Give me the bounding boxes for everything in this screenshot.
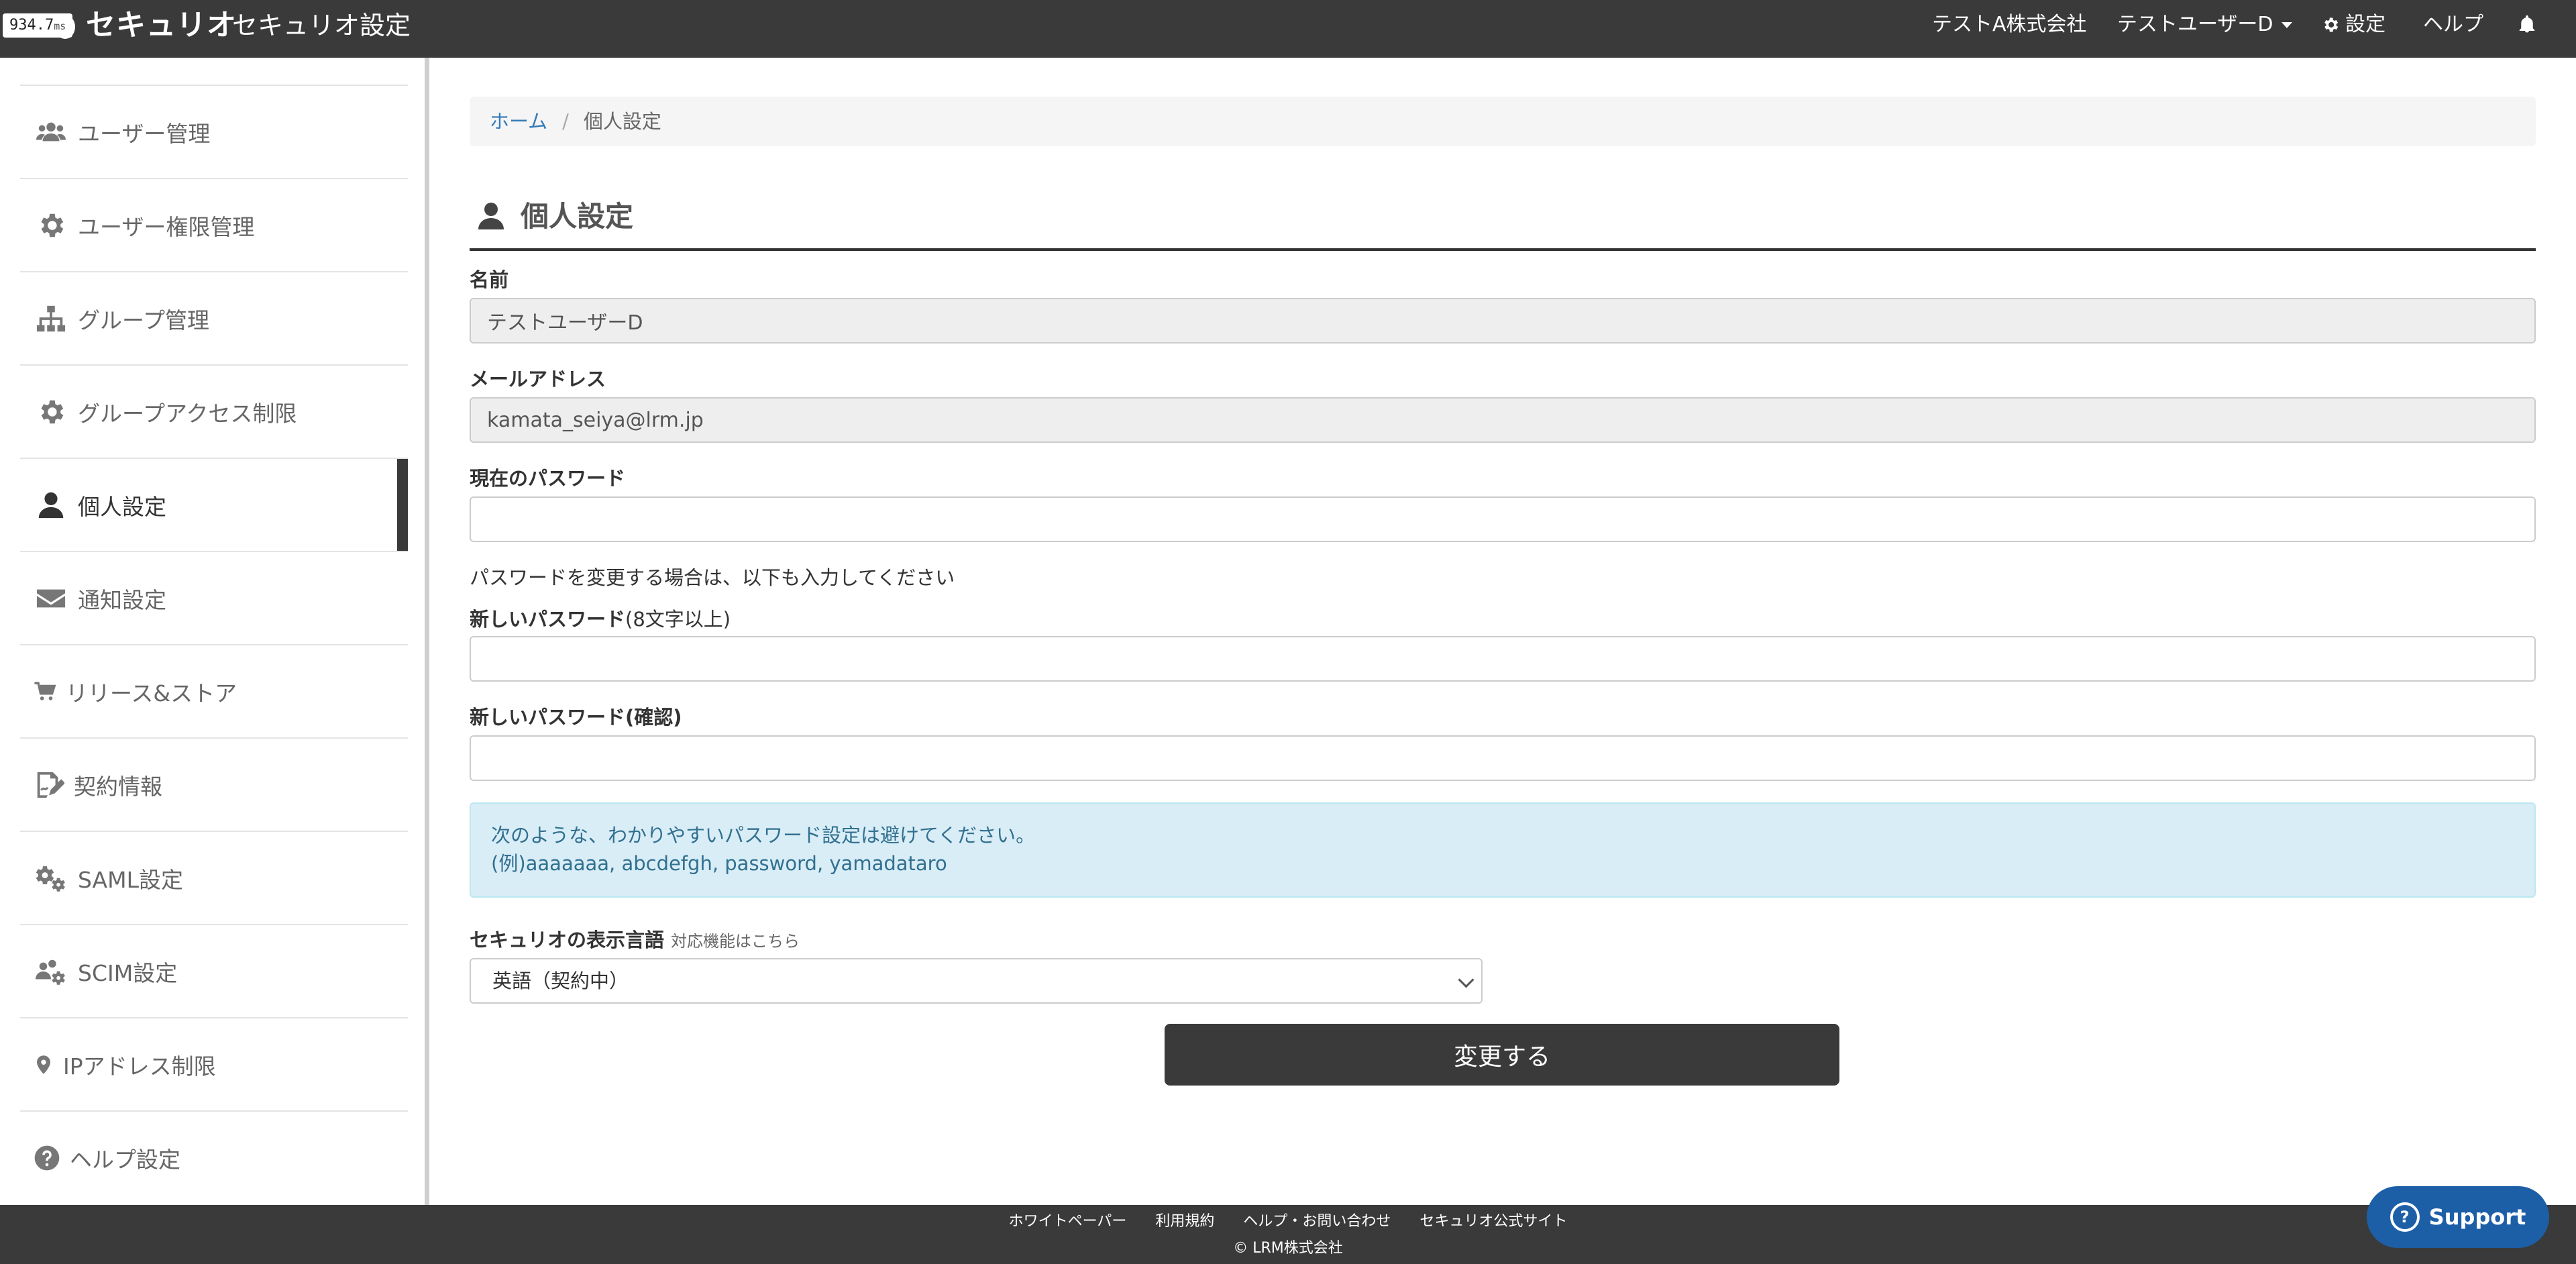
- users-gear-icon: [34, 955, 68, 988]
- envelope-icon: [34, 582, 68, 615]
- email-label: メールアドレス: [470, 368, 606, 390]
- gear-icon: [2324, 17, 2339, 32]
- render-timer: 934.7ms: [3, 13, 73, 38]
- gears-icon: [34, 862, 68, 894]
- sidebar-item-user-permissions[interactable]: ユーザー権限管理: [20, 178, 408, 271]
- password-change-hint: パスワードを変更する場合は、以下も入力してください: [470, 566, 955, 589]
- sidebar-item-notifications[interactable]: 通知設定: [20, 551, 408, 644]
- map-marker-icon: [34, 1049, 54, 1081]
- current-password-label: 現在のパスワード: [470, 467, 626, 490]
- timer-value: 934.7: [9, 17, 54, 34]
- sidebar-item-group-access[interactable]: グループアクセス制限: [20, 364, 408, 458]
- contract-icon: [34, 769, 64, 801]
- language-selected-value: 英語（契約中）: [492, 969, 629, 992]
- gear-icon: [34, 396, 68, 428]
- caret-down-icon: [2281, 22, 2292, 28]
- confirm-password-label: 新しいパスワード(確認): [470, 706, 682, 729]
- language-label-text: セキュリオの表示言語: [470, 929, 665, 951]
- sidebar-item-label: SCIM設定: [78, 959, 178, 986]
- confirm-password-input[interactable]: [470, 735, 2536, 781]
- footer-copyright: © LRM株式会社: [1233, 1240, 1343, 1257]
- sidebar-item-label: SAML設定: [78, 866, 183, 893]
- sidebar-item-label: 契約情報: [74, 773, 162, 800]
- user-icon: [478, 203, 504, 229]
- help-link[interactable]: ヘルプ: [2423, 9, 2483, 40]
- sidebar-item-groups[interactable]: グループ管理: [20, 271, 408, 364]
- top-navbar: 934.7ms セキュリオ セキュリオ設定 テストA株式会社 テストユーザーD …: [0, 0, 2576, 58]
- breadcrumb: ホーム / 個人設定: [470, 97, 2536, 146]
- email-field[interactable]: [470, 397, 2536, 443]
- brand-logo[interactable]: セキュリオ: [86, 5, 237, 46]
- sidebar-item-help-settings[interactable]: ヘルプ設定: [20, 1110, 408, 1204]
- footer-link-whitepaper[interactable]: ホワイトペーパー: [1009, 1213, 1127, 1230]
- footer-link-help-contact[interactable]: ヘルプ・お問い合わせ: [1243, 1213, 1391, 1230]
- user-icon: [34, 489, 68, 521]
- footer-link-official-site[interactable]: セキュリオ公式サイト: [1419, 1213, 1567, 1230]
- language-feature-link[interactable]: 対応機能はこちら: [671, 932, 800, 951]
- notification-bell[interactable]: [2517, 13, 2537, 44]
- sidebar-item-contract[interactable]: 契約情報: [20, 737, 408, 831]
- footer-link-terms[interactable]: 利用規約: [1155, 1213, 1214, 1230]
- bell-icon: [2519, 15, 2535, 33]
- footer: ホワイトペーパー 利用規約 ヘルプ・お問い合わせ セキュリオ公式サイト © LR…: [0, 1205, 2576, 1264]
- page-title-text: 個人設定: [521, 200, 634, 233]
- sidebar-item-label: ユーザー権限管理: [78, 213, 255, 240]
- company-name[interactable]: テストA株式会社: [1932, 9, 2087, 40]
- new-password-note: (8文字以上): [625, 608, 731, 631]
- breadcrumb-separator: /: [562, 110, 569, 133]
- sidebar-item-label: IPアドレス制限: [63, 1053, 216, 1079]
- sidebar-item-label: リリース&ストア: [66, 680, 237, 706]
- new-password-label: 新しいパスワード(8文字以上): [470, 604, 731, 632]
- alert-line-2: (例)aaaaaaa, abcdefgh, password, yamadata…: [491, 852, 947, 875]
- gear-icon: [34, 209, 68, 242]
- app-title: セキュリオ設定: [232, 11, 411, 40]
- question-circle-icon: [34, 1142, 60, 1174]
- sidebar-item-release-store[interactable]: リリース&ストア: [20, 644, 408, 737]
- sidebar-item-label: ユーザー管理: [78, 120, 211, 147]
- page-title: 個人設定: [470, 195, 2536, 251]
- sidebar-item-label: グループアクセス制限: [78, 400, 297, 427]
- sitemap-icon: [34, 303, 68, 335]
- chevron-down-icon: [1458, 971, 1474, 988]
- sidebar-item-personal-settings[interactable]: 個人設定: [20, 458, 408, 551]
- user-menu[interactable]: テストユーザーD: [2117, 9, 2292, 40]
- submit-button[interactable]: 変更する: [1165, 1024, 1839, 1086]
- footer-links: ホワイトペーパー 利用規約 ヘルプ・お問い合わせ セキュリオ公式サイト: [0, 1209, 2576, 1230]
- breadcrumb-current: 個人設定: [583, 110, 661, 133]
- support-label: Support: [2428, 1204, 2526, 1230]
- sidebar-item-ip-restriction[interactable]: IPアドレス制限: [20, 1017, 408, 1110]
- sidebar-item-label: ヘルプ設定: [70, 1146, 180, 1173]
- question-circle-icon: ?: [2390, 1202, 2420, 1232]
- breadcrumb-home[interactable]: ホーム: [490, 110, 547, 133]
- settings-label: 設定: [2345, 13, 2385, 36]
- sidebar-item-users[interactable]: ユーザー管理: [20, 85, 408, 178]
- users-icon: [34, 116, 68, 148]
- sidebar: ユーザー管理 ユーザー権限管理 グループ管理 グループアクセス制限 個人設定 通…: [0, 58, 429, 1205]
- cart-icon: [34, 676, 56, 708]
- name-field[interactable]: [470, 298, 2536, 344]
- name-label: 名前: [470, 268, 509, 291]
- sidebar-item-label: 通知設定: [78, 586, 166, 613]
- user-name: テストユーザーD: [2117, 13, 2273, 36]
- sidebar-item-saml[interactable]: SAML設定: [20, 831, 408, 924]
- new-password-label-text: 新しいパスワード: [470, 608, 626, 631]
- sidebar-item-label: グループ管理: [78, 307, 210, 333]
- language-label: セキュリオの表示言語 対応機能はこちら: [470, 925, 800, 953]
- settings-link[interactable]: 設定: [2321, 9, 2385, 40]
- new-password-input[interactable]: [470, 636, 2536, 682]
- sidebar-item-scim[interactable]: SCIM設定: [20, 924, 408, 1017]
- alert-line-1: 次のような、わかりやすいパスワード設定は避けてください。: [491, 824, 1036, 847]
- timer-unit: ms: [54, 20, 66, 32]
- support-button[interactable]: ? Support: [2367, 1186, 2549, 1248]
- current-password-input[interactable]: [470, 496, 2536, 542]
- language-select[interactable]: 英語（契約中）: [470, 958, 1483, 1004]
- sidebar-item-label: 個人設定: [78, 493, 166, 520]
- password-warning-alert: 次のような、わかりやすいパスワード設定は避けてください。 (例)aaaaaaa,…: [470, 802, 2536, 898]
